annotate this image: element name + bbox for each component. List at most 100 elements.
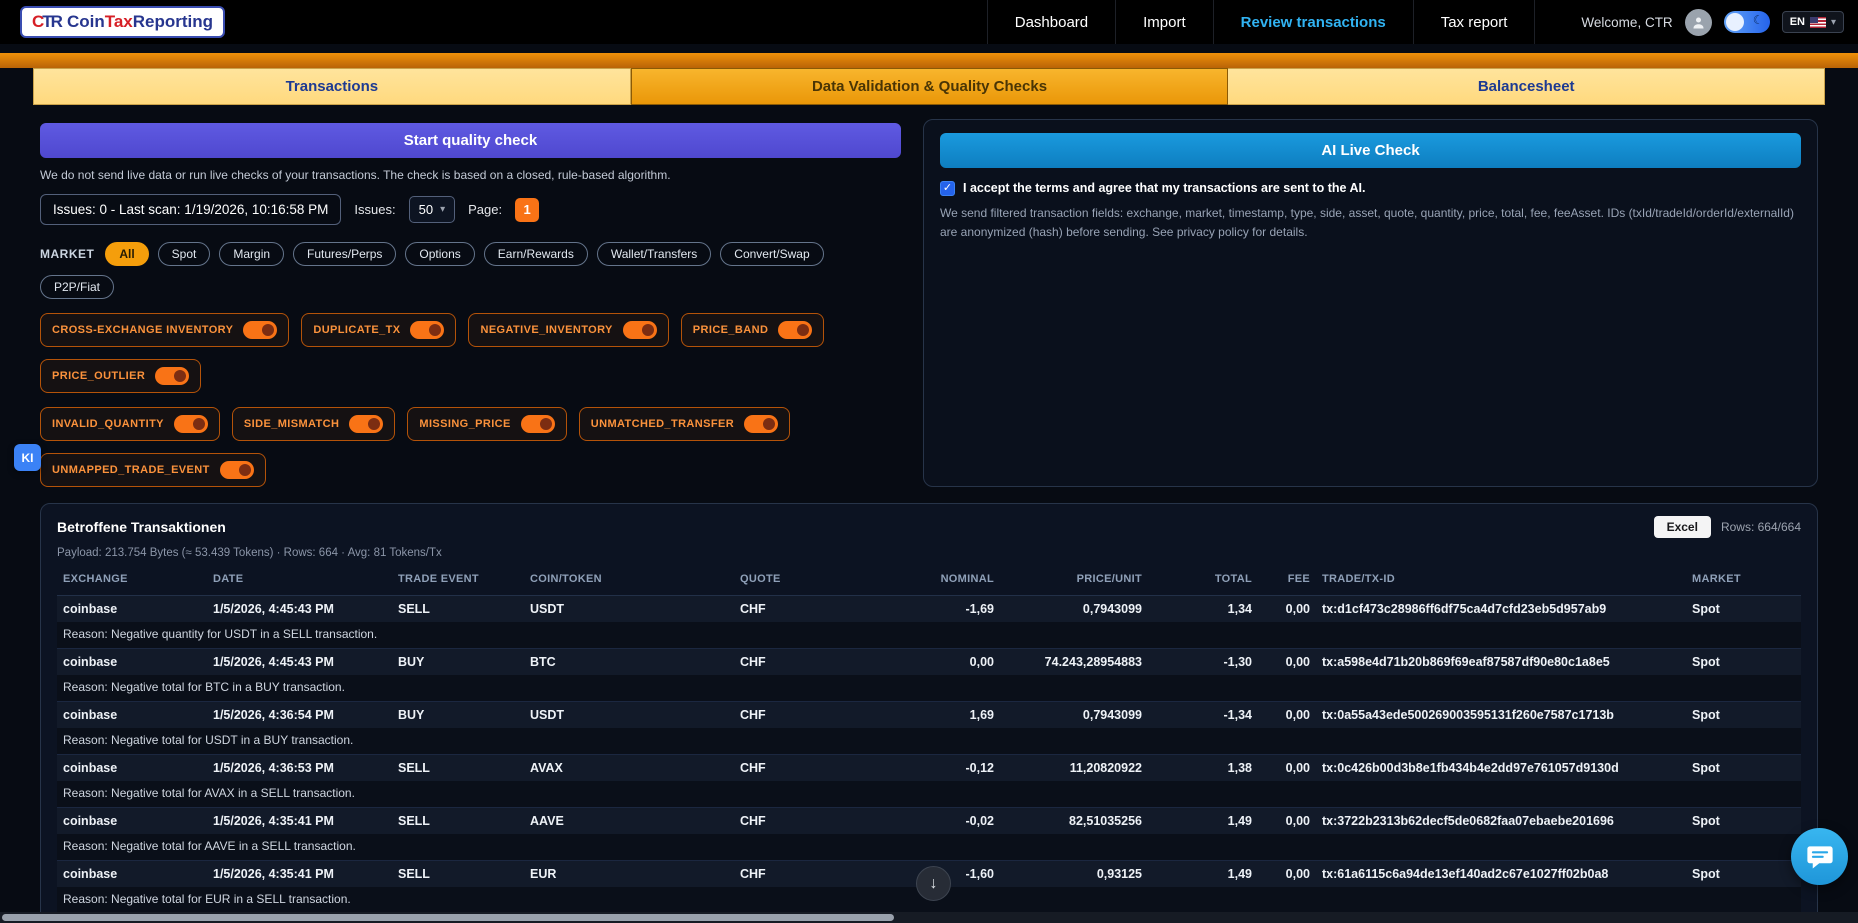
check-chip-cross-exchange-inventory[interactable]: CROSS-EXCHANGE INVENTORY bbox=[40, 313, 289, 347]
reason-cell: Reason: Negative total for AVAX in a SEL… bbox=[57, 781, 1801, 808]
toggle-switch[interactable] bbox=[220, 461, 254, 479]
table-cell: CHF bbox=[734, 861, 902, 888]
table-cell: SELL bbox=[392, 755, 524, 782]
ai-consent-row: ✓ I accept the terms and agree that my t… bbox=[940, 181, 1801, 196]
theme-toggle-knob bbox=[1726, 13, 1744, 31]
check-chip-side-mismatch[interactable]: SIDE_MISMATCH bbox=[232, 407, 395, 441]
toggle-knob bbox=[797, 324, 809, 336]
market-pill-wallet-transfers[interactable]: Wallet/Transfers bbox=[597, 242, 711, 266]
toggle-knob bbox=[262, 324, 274, 336]
ai-consent-checkbox[interactable]: ✓ bbox=[940, 181, 955, 196]
check-chip-label: CROSS-EXCHANGE INVENTORY bbox=[52, 324, 233, 336]
column-header-trade-event: TRADE EVENT bbox=[392, 563, 524, 596]
page-number-button[interactable]: 1 bbox=[515, 198, 539, 222]
toggle-switch[interactable] bbox=[623, 321, 657, 339]
top-navbar: CTR CoinTaxReporting DashboardImportRevi… bbox=[0, 0, 1858, 44]
market-pill-margin[interactable]: Margin bbox=[219, 242, 284, 266]
market-pill-futures-perps[interactable]: Futures/Perps bbox=[293, 242, 396, 266]
toggle-switch[interactable] bbox=[521, 415, 555, 433]
toggle-switch[interactable] bbox=[349, 415, 383, 433]
reason-cell: Reason: Negative quantity for USDT in a … bbox=[57, 622, 1801, 649]
check-chip-label: PRICE_OUTLIER bbox=[52, 370, 145, 382]
ai-live-check-button[interactable]: AI Live Check bbox=[940, 133, 1801, 168]
table-cell: -0,02 bbox=[902, 808, 1000, 835]
check-chip-negative-inventory[interactable]: NEGATIVE_INVENTORY bbox=[468, 313, 668, 347]
toggle-switch[interactable] bbox=[243, 321, 277, 339]
payload-info: Payload: 213.754 Bytes (≈ 53.439 Tokens)… bbox=[57, 547, 1801, 559]
ki-assistant-badge[interactable]: KI bbox=[14, 444, 41, 471]
scrollbar-thumb[interactable] bbox=[2, 914, 894, 921]
ai-live-check-panel: AI Live Check ✓ I accept the terms and a… bbox=[923, 119, 1818, 487]
table-reason-row: Reason: Negative total for USDT in a BUY… bbox=[57, 728, 1801, 755]
table-cell: CHF bbox=[734, 702, 902, 729]
welcome-text: Welcome, CTR bbox=[1581, 15, 1672, 30]
brand-logo[interactable]: CTR CoinTaxReporting bbox=[20, 6, 225, 38]
user-avatar[interactable] bbox=[1685, 9, 1712, 36]
page: CTR CoinTaxReporting DashboardImportRevi… bbox=[0, 0, 1858, 923]
column-header-quote: QUOTE bbox=[734, 563, 902, 596]
toggle-knob bbox=[429, 324, 441, 336]
column-header-market: MARKET bbox=[1686, 563, 1801, 596]
chat-widget-button[interactable] bbox=[1791, 828, 1848, 885]
ai-consent-text: I accept the terms and agree that my tra… bbox=[963, 181, 1365, 195]
navbar-right: Welcome, CTR ☾ EN ▾ bbox=[1581, 9, 1844, 36]
market-pill-earn-rewards[interactable]: Earn/Rewards bbox=[484, 242, 588, 266]
table-cell: tx:3722b2313b62decf5de0682faa07ebaebe201… bbox=[1316, 808, 1686, 835]
check-chip-label: DUPLICATE_TX bbox=[313, 324, 400, 336]
toggle-knob bbox=[642, 324, 654, 336]
nav-item-import[interactable]: Import bbox=[1115, 0, 1213, 44]
theme-toggle[interactable]: ☾ bbox=[1724, 11, 1770, 33]
issues-per-page-select[interactable]: 50 ▾ bbox=[409, 196, 456, 223]
check-chip-unmapped-trade-event[interactable]: UNMAPPED_TRADE_EVENT bbox=[40, 453, 266, 487]
table-cell: 0,00 bbox=[902, 649, 1000, 676]
tab-balancesheet[interactable]: Balancesheet bbox=[1228, 68, 1825, 105]
check-chip-unmatched-transfer[interactable]: UNMATCHED_TRANSFER bbox=[579, 407, 790, 441]
check-chip-duplicate-tx[interactable]: DUPLICATE_TX bbox=[301, 313, 456, 347]
reason-cell: Reason: Negative total for USDT in a BUY… bbox=[57, 728, 1801, 755]
table-cell: 1/5/2026, 4:35:41 PM bbox=[207, 861, 392, 888]
scroll-down-button[interactable]: ↓ bbox=[916, 866, 951, 901]
toggle-switch[interactable] bbox=[174, 415, 208, 433]
toggle-switch[interactable] bbox=[155, 367, 189, 385]
market-pill-spot[interactable]: Spot bbox=[158, 242, 211, 266]
table-cell: coinbase bbox=[57, 596, 207, 623]
market-pill-convert-swap[interactable]: Convert/Swap bbox=[720, 242, 823, 266]
nav-item-review-transactions[interactable]: Review transactions bbox=[1213, 0, 1413, 44]
check-chip-invalid-quantity[interactable]: INVALID_QUANTITY bbox=[40, 407, 220, 441]
check-chip-price-band[interactable]: PRICE_BAND bbox=[681, 313, 825, 347]
toggle-switch[interactable] bbox=[410, 321, 444, 339]
check-chip-label: PRICE_BAND bbox=[693, 324, 769, 336]
table-cell: 74.243,28954883 bbox=[1000, 649, 1148, 676]
table-cell: SELL bbox=[392, 861, 524, 888]
tab-transactions[interactable]: Transactions bbox=[33, 68, 631, 105]
check-chip-missing-price[interactable]: MISSING_PRICE bbox=[407, 407, 566, 441]
excel-export-button[interactable]: Excel bbox=[1654, 516, 1711, 538]
nav-item-tax-report[interactable]: Tax report bbox=[1413, 0, 1536, 44]
table-cell: BUY bbox=[392, 649, 524, 676]
tab-data-validation-quality-checks[interactable]: Data Validation & Quality Checks bbox=[631, 68, 1229, 105]
nav-item-dashboard[interactable]: Dashboard bbox=[987, 0, 1115, 44]
table-cell: -1,30 bbox=[1148, 649, 1258, 676]
table-cell: 0,93125 bbox=[1000, 861, 1148, 888]
start-quality-check-button[interactable]: Start quality check bbox=[40, 123, 901, 158]
check-chip-price-outlier[interactable]: PRICE_OUTLIER bbox=[40, 359, 201, 393]
table-cell: coinbase bbox=[57, 861, 207, 888]
language-selector[interactable]: EN ▾ bbox=[1782, 11, 1844, 33]
toggle-switch[interactable] bbox=[744, 415, 778, 433]
market-pill-p2p-fiat[interactable]: P2P/Fiat bbox=[40, 275, 114, 299]
table-cell: Spot bbox=[1686, 861, 1801, 888]
market-pill-options[interactable]: Options bbox=[405, 242, 474, 266]
table-row: coinbase1/5/2026, 4:45:43 PMBUYBTCCHF0,0… bbox=[57, 649, 1801, 676]
toggle-switch[interactable] bbox=[778, 321, 812, 339]
chat-bubble-icon bbox=[1805, 842, 1835, 872]
market-pill-all[interactable]: All bbox=[105, 242, 148, 266]
table-row: coinbase1/5/2026, 4:45:43 PMSELLUSDTCHF-… bbox=[57, 596, 1801, 623]
brand-logo-icon: CTR bbox=[32, 12, 61, 32]
table-reason-row: Reason: Negative quantity for USDT in a … bbox=[57, 622, 1801, 649]
table-cell: 1/5/2026, 4:45:43 PM bbox=[207, 596, 392, 623]
check-chip-label: INVALID_QUANTITY bbox=[52, 418, 164, 430]
issues-summary: Issues: 0 - Last scan: 1/19/2026, 10:16:… bbox=[40, 194, 341, 225]
toggle-knob bbox=[368, 418, 380, 430]
column-header-date: DATE bbox=[207, 563, 392, 596]
table-cell: USDT bbox=[524, 596, 734, 623]
